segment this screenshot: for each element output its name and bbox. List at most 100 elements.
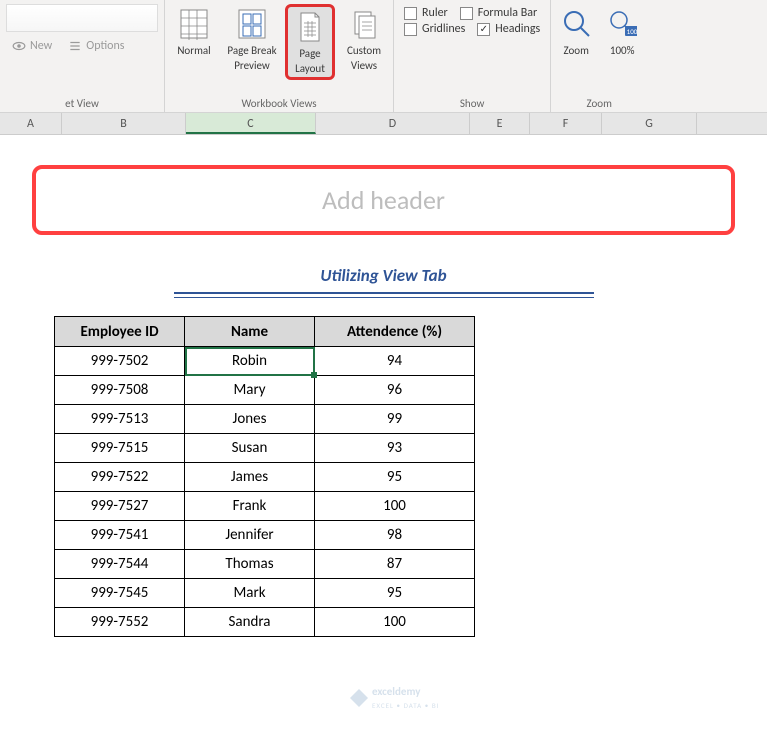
page-layout-icon: [295, 9, 325, 45]
cell-att[interactable]: 95: [315, 579, 475, 608]
cell-id[interactable]: 999-7508: [55, 376, 185, 405]
cell-att[interactable]: 94: [315, 347, 475, 376]
watermark-logo-icon: [350, 689, 368, 707]
sheetview-group-label: et View: [4, 96, 160, 111]
cell-id[interactable]: 999-7502: [55, 347, 185, 376]
ruler-checkbox[interactable]: Ruler: [404, 6, 448, 20]
cell-id[interactable]: 999-7545: [55, 579, 185, 608]
headings-checkbox[interactable]: Headings: [477, 22, 540, 36]
headings-label: Headings: [495, 22, 540, 36]
cell-att[interactable]: 95: [315, 463, 475, 492]
pagebreak-icon: [237, 6, 267, 42]
cell-id[interactable]: 999-7522: [55, 463, 185, 492]
table-row: 999-7527 Frank 100: [55, 492, 475, 521]
cell-id[interactable]: 999-7515: [55, 434, 185, 463]
page-layout-button[interactable]: Page Layout: [285, 4, 335, 80]
checkbox-checked-icon: [477, 23, 490, 36]
show-group-label: Show: [398, 96, 546, 111]
cell-att[interactable]: 100: [315, 608, 475, 637]
cell-id[interactable]: 999-7541: [55, 521, 185, 550]
sheetview-options-label: Options: [86, 39, 124, 53]
table-row: 999-7502 Robin 94: [55, 347, 475, 376]
cell-id[interactable]: 999-7552: [55, 608, 185, 637]
cell-name[interactable]: Mary: [185, 376, 315, 405]
watermark-brand: exceldemy: [372, 685, 420, 698]
cell-name[interactable]: Jennifer: [185, 521, 315, 550]
cell-name[interactable]: Thomas: [185, 550, 315, 579]
page-layout-label-1: Page: [299, 47, 320, 60]
custom-views-label-2: Views: [351, 59, 377, 72]
cell-att[interactable]: 98: [315, 521, 475, 550]
sheetview-new-button[interactable]: New: [6, 36, 58, 56]
zoom-label: Zoom: [564, 44, 589, 57]
sheetview-new-label: New: [30, 39, 52, 53]
table-row: 999-7544 Thomas 87: [55, 550, 475, 579]
th-attendance[interactable]: Attendence (%): [315, 317, 475, 347]
sheetview-options-button[interactable]: Options: [62, 36, 130, 56]
cell-att[interactable]: 96: [315, 376, 475, 405]
pagebreak-label-2: Preview: [234, 59, 270, 72]
gridlines-checkbox[interactable]: Gridlines: [404, 22, 465, 36]
zoom-100-icon: 100: [607, 6, 637, 42]
watermark: exceldemy EXCEL • DATA • BI: [350, 685, 439, 711]
cell-att[interactable]: 87: [315, 550, 475, 579]
col-header-f[interactable]: F: [530, 113, 602, 134]
sheetview-dropdown[interactable]: [6, 4, 158, 32]
sheet-title[interactable]: Utilizing View Tab: [32, 265, 735, 292]
th-name[interactable]: Name: [185, 317, 315, 347]
cell-id[interactable]: 999-7544: [55, 550, 185, 579]
col-header-d[interactable]: D: [316, 113, 470, 134]
cell-att[interactable]: 99: [315, 405, 475, 434]
zoom-icon: [561, 6, 591, 42]
formula-label: Formula Bar: [478, 6, 537, 20]
pagebreak-preview-button[interactable]: Page Break Preview: [223, 4, 281, 74]
cell-name[interactable]: Jones: [185, 405, 315, 434]
zoom-group: Zoom 100 100% Zoom: [551, 0, 647, 112]
col-header-a[interactable]: A: [0, 113, 62, 134]
cell-name[interactable]: James: [185, 463, 315, 492]
cell-name[interactable]: Susan: [185, 434, 315, 463]
formulabar-checkbox[interactable]: Formula Bar: [460, 6, 537, 20]
table-row: 999-7513 Jones 99: [55, 405, 475, 434]
cell-name[interactable]: Sandra: [185, 608, 315, 637]
checkbox-icon: [404, 23, 417, 36]
custom-views-icon: [349, 6, 379, 42]
cell-id[interactable]: 999-7527: [55, 492, 185, 521]
th-employee-id[interactable]: Employee ID: [55, 317, 185, 347]
table-row: 999-7508 Mary 96: [55, 376, 475, 405]
ruler-label: Ruler: [422, 6, 448, 20]
zoom-100-button[interactable]: 100 100%: [601, 4, 643, 59]
checkbox-icon: [404, 7, 417, 20]
workbook-views-group: Normal Page Break Preview Page Layout: [165, 0, 394, 112]
col-header-g[interactable]: G: [602, 113, 697, 134]
custom-views-button[interactable]: Custom Views: [339, 4, 389, 74]
cell-att[interactable]: 93: [315, 434, 475, 463]
table-header-row: Employee ID Name Attendence (%): [55, 317, 475, 347]
pagebreak-label-1: Page Break: [227, 44, 276, 57]
sheetview-group: New Options et View: [0, 0, 165, 112]
cell-att[interactable]: 100: [315, 492, 475, 521]
custom-views-label-1: Custom: [347, 44, 381, 57]
zoom-group-label: Zoom: [555, 96, 643, 111]
cell-name-active[interactable]: Robin: [185, 347, 315, 376]
eye-icon: [12, 39, 26, 53]
cell-name[interactable]: Mark: [185, 579, 315, 608]
col-header-c[interactable]: C: [186, 113, 316, 134]
col-header-e[interactable]: E: [470, 113, 530, 134]
cell-id[interactable]: 999-7513: [55, 405, 185, 434]
checkbox-icon: [460, 7, 473, 20]
watermark-tag: EXCEL • DATA • BI: [372, 701, 439, 710]
table-row: 999-7545 Mark 95: [55, 579, 475, 608]
ribbon: New Options et View Normal: [0, 0, 767, 113]
col-header-b[interactable]: B: [62, 113, 186, 134]
workbook-views-label: Workbook Views: [169, 96, 389, 111]
show-group: Ruler Formula Bar Gridlines Headings Sho…: [394, 0, 551, 112]
cell-name[interactable]: Frank: [185, 492, 315, 521]
zoom-button[interactable]: Zoom: [555, 4, 597, 59]
table-row: 999-7515 Susan 93: [55, 434, 475, 463]
title-underline2: [174, 297, 594, 298]
page-header-placeholder[interactable]: Add header: [32, 165, 735, 235]
table-row: 999-7522 James 95: [55, 463, 475, 492]
title-underline: [174, 292, 594, 294]
normal-view-button[interactable]: Normal: [169, 4, 219, 59]
